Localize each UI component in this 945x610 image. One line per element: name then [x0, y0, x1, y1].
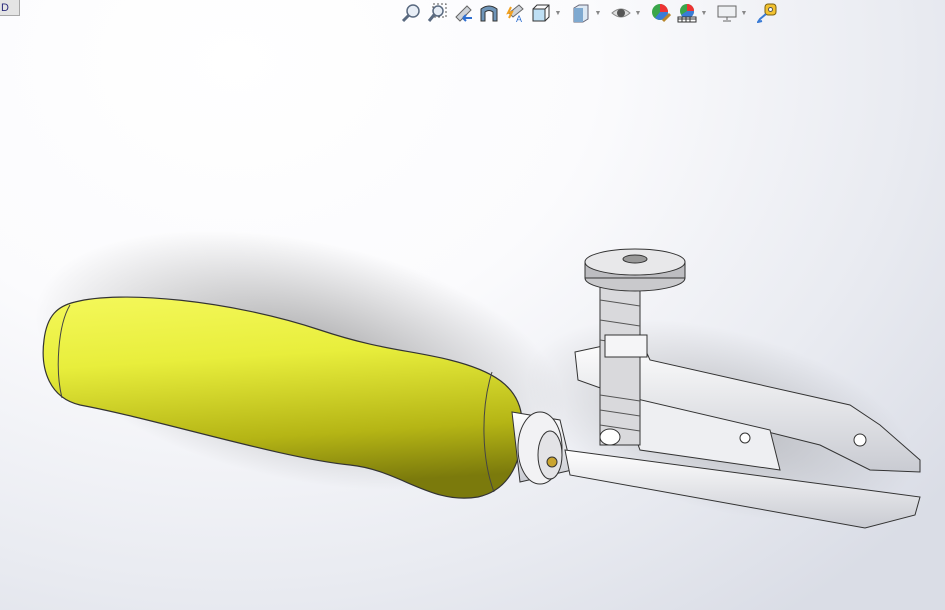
model-viewport[interactable] — [0, 0, 945, 610]
